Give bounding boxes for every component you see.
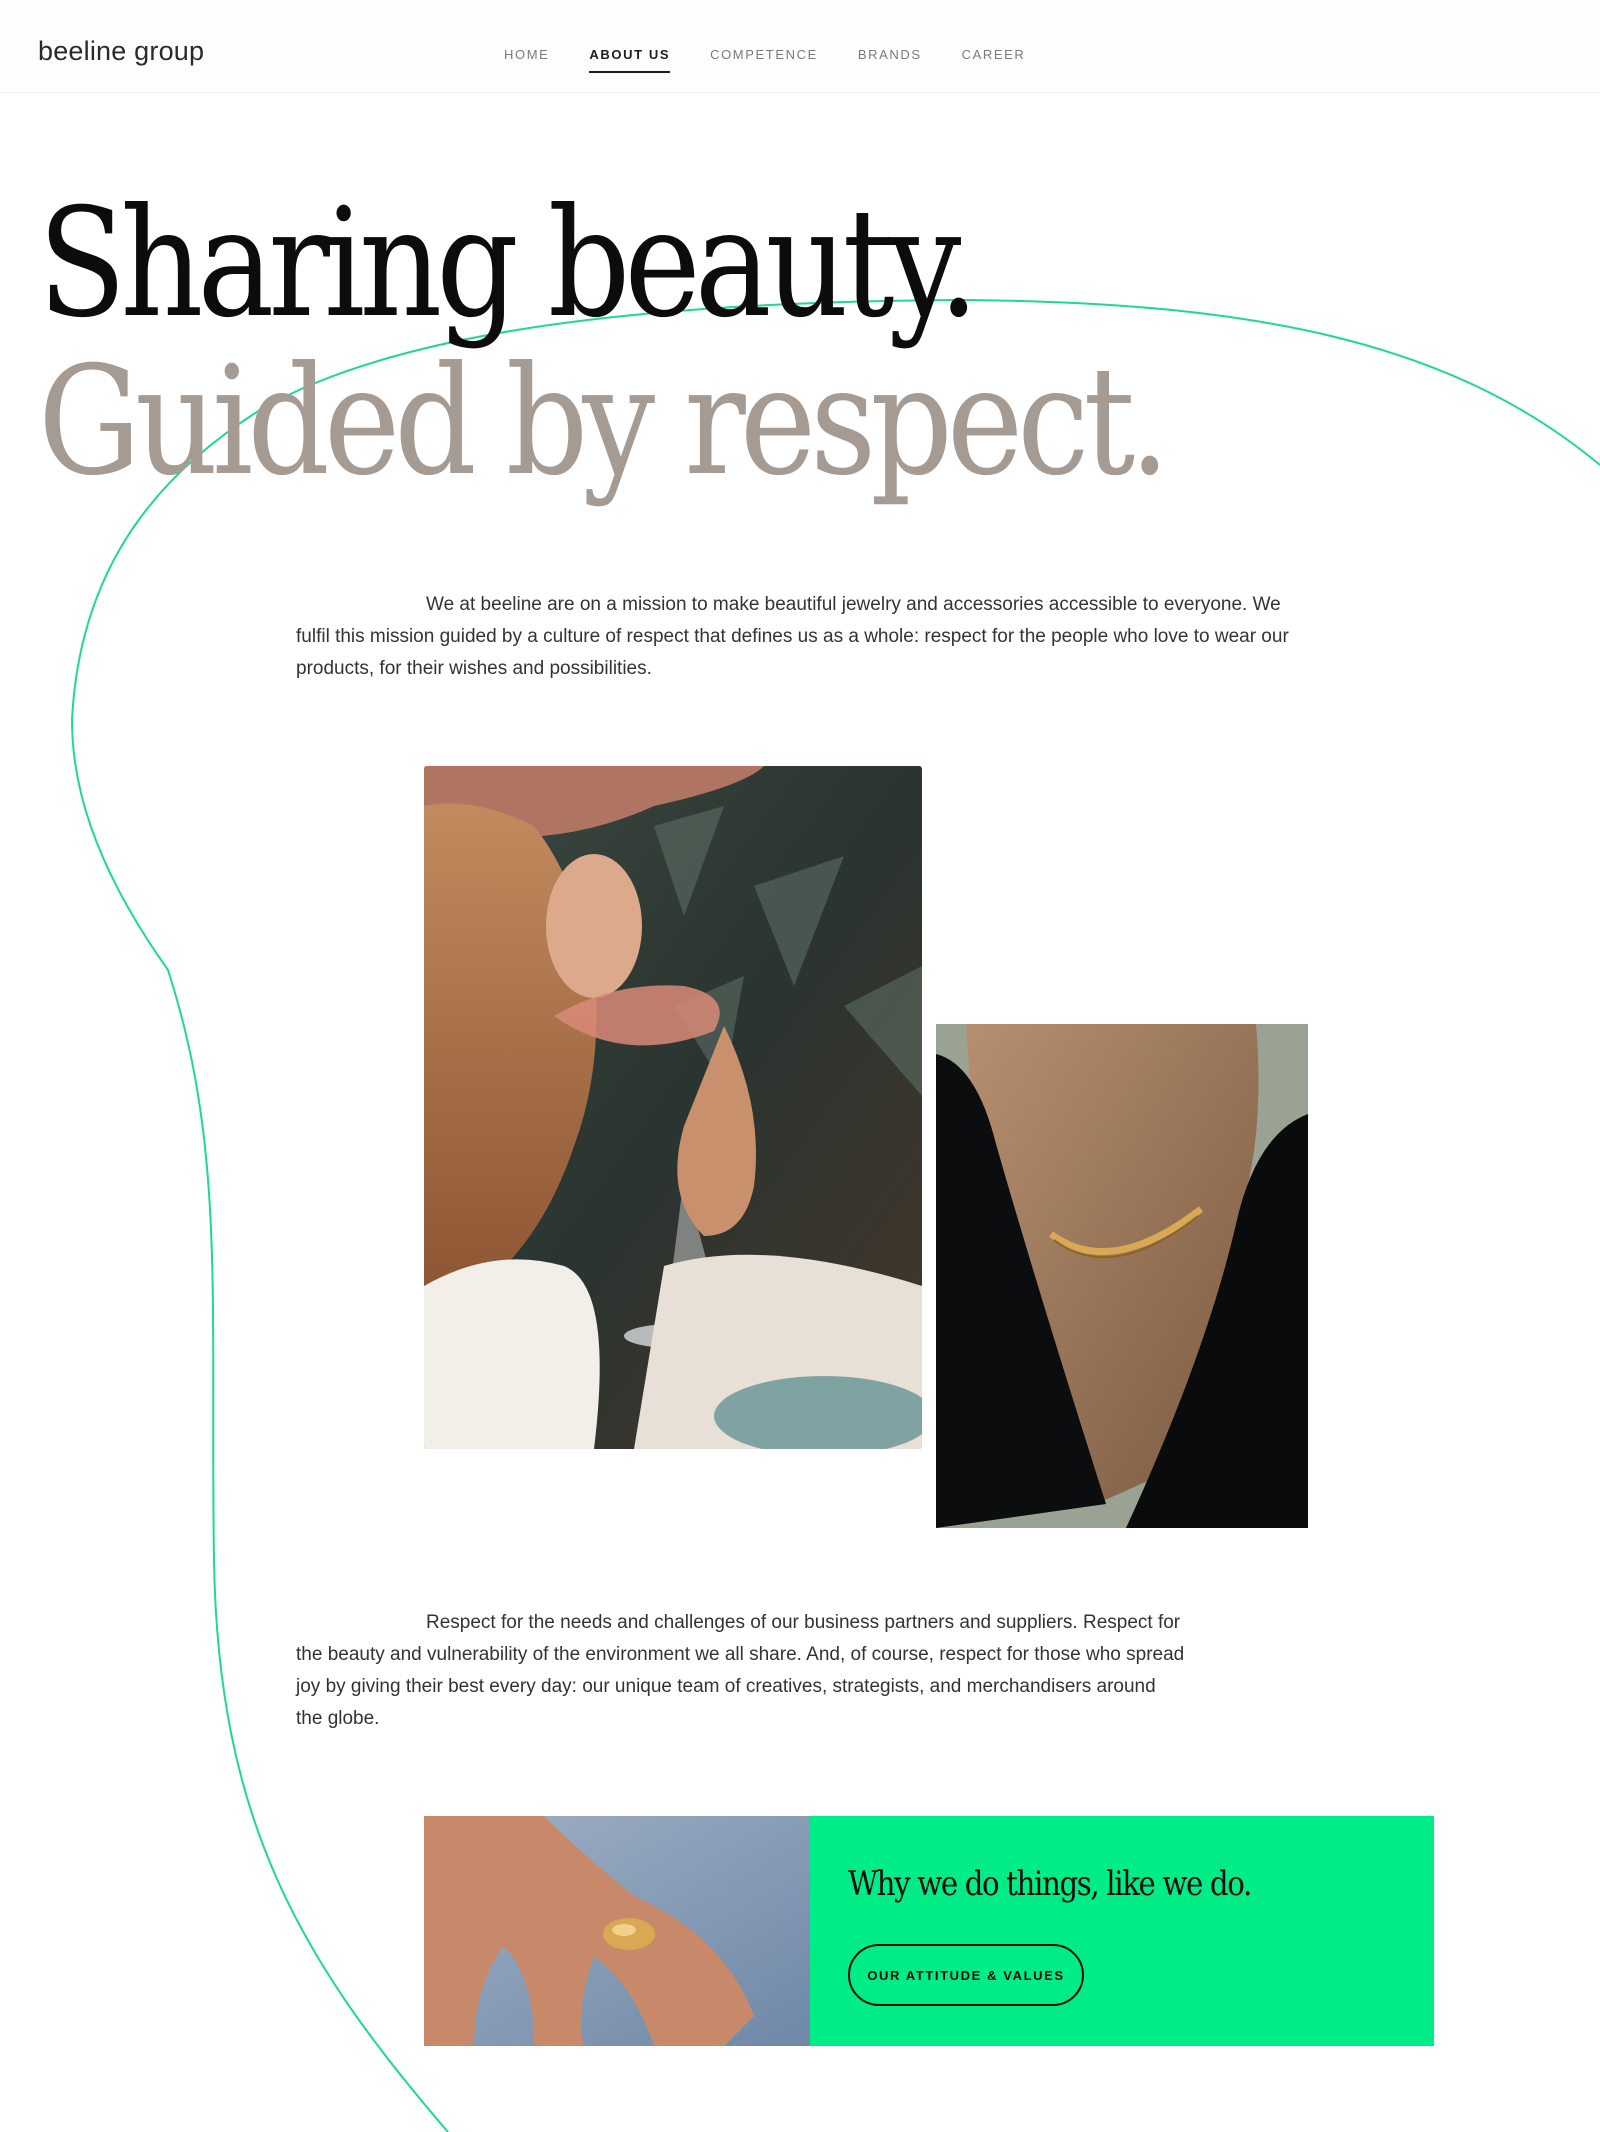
photo-woman-drinking-cocktail xyxy=(424,766,922,1449)
cta-panel: Why we do things, like we do. OUR ATTITU… xyxy=(810,1816,1434,2046)
main-nav: HOME ABOUT US COMPETENCE BRANDS CAREER xyxy=(504,48,1065,73)
respect-first-line: Respect for the needs and challenges of … xyxy=(426,1612,1078,1633)
nav-item-about-us[interactable]: ABOUT US xyxy=(589,48,671,73)
hero-headline-line-1: Sharing beauty. xyxy=(38,177,979,351)
photo-hand-gold-ring xyxy=(424,1816,810,2046)
photo-gold-necklace xyxy=(936,1024,1308,1528)
nav-item-home[interactable]: HOME xyxy=(504,48,549,73)
attitude-values-button[interactable]: OUR ATTITUDE & VALUES xyxy=(848,1944,1084,2006)
intro-paragraph: We at beeline are on a mission to make b… xyxy=(296,589,1316,685)
nav-item-brands[interactable]: BRANDS xyxy=(858,48,922,73)
nav-item-career[interactable]: CAREER xyxy=(962,48,1026,73)
intro-first-line: We at beeline are on a mission to make b… xyxy=(426,594,1248,615)
site-logo[interactable]: beeline group xyxy=(38,38,204,65)
cta-title: Why we do things, like we do. xyxy=(848,1864,1252,1904)
nav-item-competence[interactable]: COMPETENCE xyxy=(710,48,818,73)
hero-headline: Sharing beauty. Guided by respect. xyxy=(38,177,1170,509)
hero-headline-line-2: Guided by respect. xyxy=(38,335,1170,509)
site-header: beeline group HOME ABOUT US COMPETENCE B… xyxy=(0,0,1600,93)
respect-paragraph: Respect for the needs and challenges of … xyxy=(296,1607,1186,1735)
